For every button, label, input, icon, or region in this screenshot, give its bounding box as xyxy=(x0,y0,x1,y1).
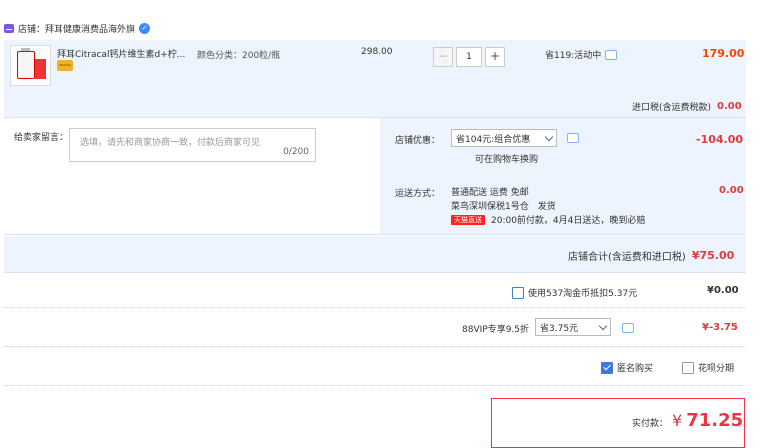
subtotal-label: 店铺合计(含运费和进口税) xyxy=(568,252,686,263)
chevron-down-icon xyxy=(598,321,608,330)
shipping-method: 普通配送 运费 免邮 xyxy=(451,188,529,198)
shipping-value: 0.00 xyxy=(719,185,744,196)
import-tax-label: 进口税(含运费税款) xyxy=(632,103,712,113)
coins-value: ¥0.00 xyxy=(707,285,739,296)
shipping-eta-row: 天猫直送 20:00前付款，4月4日送达，晚到必赔 xyxy=(451,213,645,226)
vip-label: 88VIP专享9.5折 xyxy=(462,325,530,335)
vip-value: ¥-3.75 xyxy=(702,322,738,333)
promo-text: 省119:活动中 xyxy=(545,51,602,61)
subtotal-row: 店铺合计(含运费和进口税) ¥75.00 xyxy=(568,248,734,263)
product-spec: 颜色分类：200粒/瓶 xyxy=(197,51,281,61)
pay-row: 实付款： ¥ 71.25 xyxy=(632,410,743,431)
vip-selected: 省3.75元 xyxy=(540,323,579,334)
discount-note: 可在购物车换购 xyxy=(475,155,539,165)
shipping-eta: 20:00前付款，4月4日送达，晚到必赔 xyxy=(491,216,646,226)
check-badge-icon: ✓ xyxy=(139,22,151,34)
shipping-label: 运送方式： xyxy=(395,189,441,199)
message-count: 0/200 xyxy=(283,147,309,157)
decrease-button[interactable]: − xyxy=(433,47,453,67)
pay-amount: 71.25 xyxy=(686,410,744,431)
installment-checkbox[interactable] xyxy=(682,361,694,374)
shipping-warehouse: 菜鸟深圳保税1号仓 发货 xyxy=(451,202,556,212)
anonymous-checkbox[interactable] xyxy=(601,361,613,374)
installment-label: 花呗分期 xyxy=(698,364,735,374)
promo-status: 省119:活动中 xyxy=(545,48,618,61)
coins-checkbox[interactable] xyxy=(512,286,524,299)
anonymous-label: 匿名购买 xyxy=(617,364,654,374)
chat-bubble-icon[interactable] xyxy=(605,49,618,60)
tmall-direct-badge: 天猫直送 xyxy=(451,214,485,225)
credit-card-icon xyxy=(57,60,73,71)
increase-button[interactable]: + xyxy=(485,47,505,67)
import-tax-value: 0.00 xyxy=(717,101,742,112)
divider xyxy=(4,385,746,386)
shop-icon xyxy=(4,23,14,33)
message-textarea[interactable]: 选填，请先和商家协商一致，付款后商家可见 0/200 xyxy=(69,128,316,162)
discount-selected: 省104元:组合优惠 xyxy=(456,134,531,145)
shop-name[interactable]: 店铺：拜耳健康消费品海外旗 xyxy=(18,22,135,35)
shop-header: 店铺：拜耳健康消费品海外旗 ✓ xyxy=(4,20,151,36)
discount-label: 店铺优惠： xyxy=(395,136,441,146)
product-title[interactable]: 拜耳Citracal钙片维生素d+柠... xyxy=(57,47,187,60)
product-thumbnail[interactable] xyxy=(10,45,51,86)
item-total: 179.00 xyxy=(702,47,745,60)
vip-select[interactable]: 省3.75元 xyxy=(535,318,611,336)
coins-label: 使用537淘金币抵扣5.37元 xyxy=(528,289,638,299)
installment-option: 花呗分期 xyxy=(682,361,734,374)
discount-value: -104.00 xyxy=(696,133,744,146)
pay-currency: ¥ xyxy=(672,411,683,430)
import-tax-row: 进口税(含运费税款) 0.00 xyxy=(632,100,742,113)
unit-price: 298.00 xyxy=(361,47,393,57)
message-placeholder: 选填，请先和商家协商一致，付款后商家可见 xyxy=(80,138,261,148)
message-label: 给卖家留言： xyxy=(14,133,69,143)
divider xyxy=(4,346,746,347)
chat-bubble-icon[interactable] xyxy=(622,323,634,333)
chevron-down-icon xyxy=(544,132,554,141)
divider xyxy=(4,307,746,308)
coins-row: 使用537淘金币抵扣5.37元 xyxy=(512,286,637,299)
discount-select[interactable]: 省104元:组合优惠 xyxy=(451,129,557,147)
quantity-input[interactable]: 1 xyxy=(456,47,482,67)
anonymous-option: 匿名购买 xyxy=(601,361,653,374)
pay-label: 实付款： xyxy=(632,419,669,429)
chat-bubble-icon[interactable] xyxy=(567,133,579,143)
quantity-stepper: − 1 + xyxy=(433,47,505,67)
subtotal-value: ¥75.00 xyxy=(691,249,735,262)
